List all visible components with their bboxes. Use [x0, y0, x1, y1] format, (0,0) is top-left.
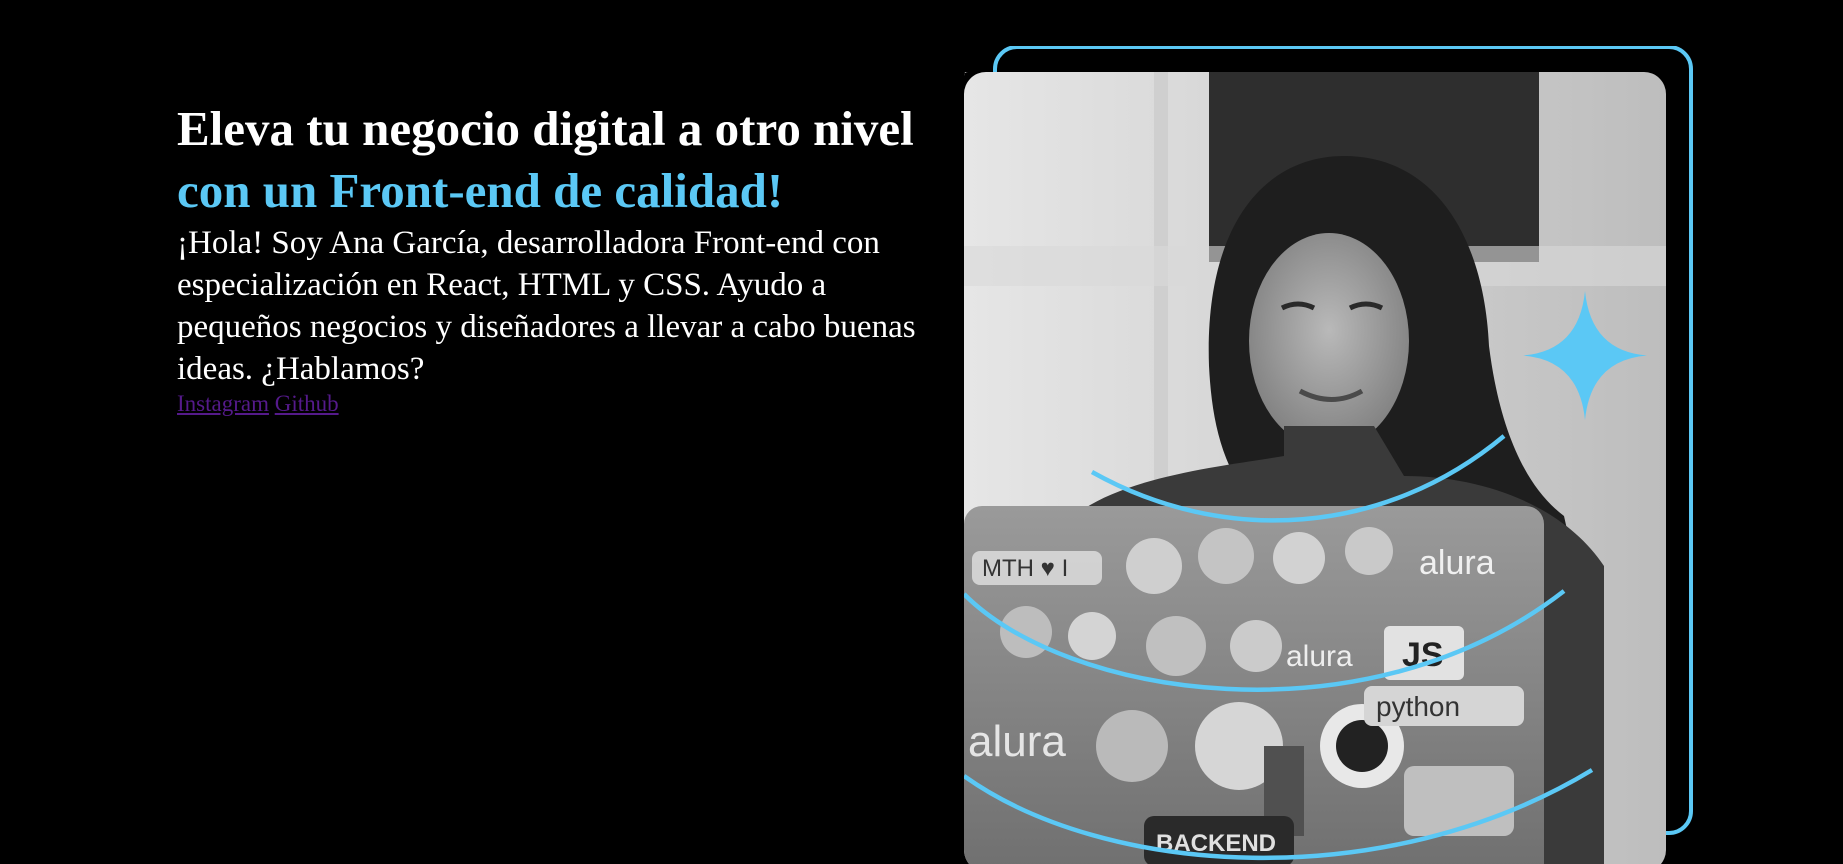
hero-section: Eleva tu negocio digital a otro nivel co… — [177, 98, 957, 418]
sticker-alura-2: alura — [1286, 640, 1353, 673]
sticker-alura-1: alura — [1419, 544, 1495, 582]
hero-title-main: Eleva tu negocio digital a otro nivel — [177, 101, 914, 156]
hero-description: ¡Hola! Soy Ana García, desarrolladora Fr… — [177, 225, 916, 387]
sticker-alura-3: alura — [968, 717, 1066, 766]
photo-image: MTH ♥ I alura alura JS alura python BACK… — [964, 72, 1666, 864]
social-links: Instagram Github — [177, 390, 957, 418]
profile-photo: MTH ♥ I alura alura JS alura python BACK… — [964, 46, 1693, 864]
sticker-mth: MTH ♥ I — [982, 555, 1068, 582]
github-link[interactable]: Github — [275, 391, 339, 416]
instagram-link[interactable]: Instagram — [177, 391, 269, 416]
hero-title: Eleva tu negocio digital a otro nivel co… — [177, 98, 957, 222]
profile-photo-area: MTH ♥ I alura alura JS alura python BACK… — [964, 46, 1694, 864]
sticker-python: python — [1376, 691, 1460, 722]
hero-title-accent: con un Front-end de calidad! — [177, 163, 784, 218]
